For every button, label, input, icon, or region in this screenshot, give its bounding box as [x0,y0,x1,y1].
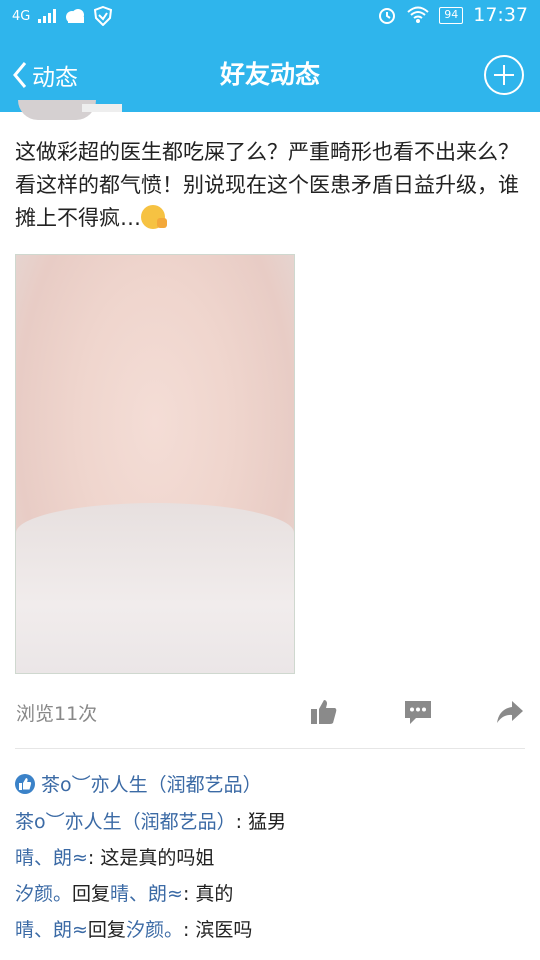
page-title: 好友动态 [219,60,320,89]
comment-item: 晴、朗≈: 这是真的吗姐 [15,844,214,872]
network-indicator: 4G [12,8,31,24]
post-text: 这做彩超的医生都吃屎了么？严重畸形也看不出来么？看这样的都气愤！别说现在这个医患… [15,136,520,235]
comment-item: 茶o︶亦人生（润都艺品）: 猛男 [15,808,286,836]
post-photo[interactable] [15,254,295,674]
view-count: 浏览11次 [16,703,98,725]
weather-cloud-icon [66,9,85,23]
comment-text: 真的 [195,883,234,905]
shield-app-icon [94,6,113,26]
add-icon[interactable] [484,55,524,95]
comment-reply-word: 回复 [87,919,126,941]
comment-sep: : [182,919,196,941]
photo-bedsheet [16,503,294,673]
comment-item: 汐颜。回复晴、朗≈: 真的 [15,880,233,908]
divider [15,748,525,749]
comment-item: 晴、朗≈回复汐颜。: 滨医吗 [15,916,252,944]
alarm-icon [379,8,396,24]
comment-reply-word: 回复 [72,883,111,905]
battery-indicator: 94 [439,6,464,24]
wifi-icon [407,6,429,23]
likes-row: 茶o︶亦人生（润都艺品） [15,770,262,797]
comment-text: 这是真的吗姐 [100,847,215,869]
comment-user[interactable]: 汐颜。 [15,883,72,905]
post-text-content: 这做彩超的医生都吃屎了么？严重畸形也看不出来么？看这样的都气愤！别说现在这个医患… [15,140,519,230]
comment-sep: : [235,811,249,833]
signal-icon [38,9,57,23]
comment-sep: : [182,883,196,905]
emoji-icon [141,205,167,229]
comment-user[interactable]: 晴、朗≈ [15,919,88,941]
comment-reply-target[interactable]: 汐颜。 [126,919,183,941]
author-name-clipped [82,104,122,112]
like-icon[interactable] [309,697,339,727]
thumbs-up-icon [15,773,35,794]
comment-sep: : [87,847,101,869]
comment-user[interactable]: 茶o︶亦人生（润都艺品） [15,811,236,833]
comment-user[interactable]: 晴、朗≈ [15,847,88,869]
comment-icon[interactable] [403,697,433,727]
liker-name[interactable]: 茶o︶亦人生（润都艺品） [41,770,262,797]
comment-text: 滨医吗 [195,919,253,941]
comment-text: 猛男 [248,811,287,833]
status-bar: 4G 94 17:37 [0,0,540,38]
comment-reply-target[interactable]: 晴、朗≈ [110,883,183,905]
clock: 17:37 [473,4,528,26]
share-icon[interactable] [495,697,525,727]
